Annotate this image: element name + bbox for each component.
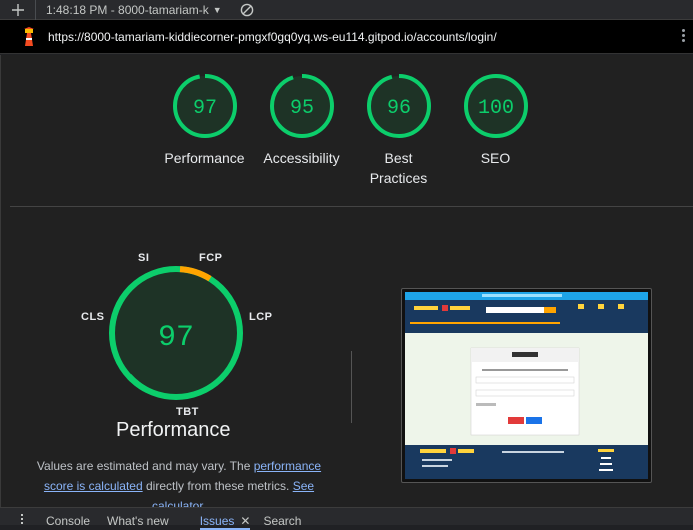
score-gauge-accessibility[interactable]: 95 Accessibility (253, 73, 350, 188)
tab-issues[interactable]: Issues ✕ (199, 514, 251, 530)
performance-note: Values are estimated and may vary. The p… (29, 456, 329, 507)
gauge-label: Accessibility (263, 150, 340, 166)
metric-label-lcp: LCP (249, 311, 273, 323)
tab-whats-new[interactable]: What's new (107, 514, 169, 528)
report-url-bar: https://8000-tamariam-kiddiecorner-pmgxf… (0, 20, 693, 54)
report-url[interactable]: https://8000-tamariam-kiddiecorner-pmgxf… (48, 30, 497, 44)
more-options-icon[interactable] (682, 29, 686, 45)
score-gauge-performance[interactable]: 97 Performance (156, 73, 253, 188)
metric-label-si: SI (138, 252, 150, 264)
final-screenshot-thumbnail[interactable] (401, 288, 652, 483)
tab-issues-label: Issues (199, 514, 235, 528)
metric-label-cls: CLS (81, 311, 105, 323)
vertical-divider (351, 351, 352, 423)
close-icon[interactable]: ✕ (240, 514, 250, 528)
gauge-label: Best Practices (369, 150, 428, 186)
performance-score: 97 (158, 321, 194, 355)
gauge-label: SEO (480, 150, 511, 166)
gauge-score: 95 (289, 97, 313, 120)
lighthouse-report: 97 Performance 95 Accessibility 96 Best … (0, 55, 693, 507)
gauge-ring: 95 (269, 74, 334, 138)
report-selector[interactable]: 1:48:18 PM - 8000-tamariam-k ▼ (46, 3, 222, 17)
performance-gauge: 97 (109, 266, 243, 400)
section-divider (10, 206, 693, 207)
note-text: directly from these metrics. (142, 479, 293, 493)
drawer-menu-icon[interactable] (21, 514, 33, 526)
tab-search[interactable]: Search (263, 514, 301, 528)
gauge-score: 96 (386, 97, 410, 120)
gauge-score: 100 (477, 97, 513, 120)
performance-title: Performance (116, 419, 231, 441)
score-gauge-seo[interactable]: 100 SEO (447, 73, 544, 188)
clear-all-icon[interactable] (240, 3, 254, 17)
gauge-score: 97 (192, 97, 216, 120)
metric-label-tbt: TBT (176, 406, 199, 418)
caret-down-icon: ▼ (212, 4, 222, 15)
page-screenshot-image (405, 292, 648, 479)
gauge-ring: 100 (463, 74, 528, 138)
new-report-button[interactable] (0, 0, 36, 20)
gauge-ring: 97 (172, 74, 237, 138)
lighthouse-toolbar: 1:48:18 PM - 8000-tamariam-k ▼ (0, 0, 693, 20)
score-gauge-best-practices[interactable]: 96 Best Practices (350, 73, 447, 188)
tab-console[interactable]: Console (46, 514, 90, 528)
note-text: Values are estimated and may vary. The (36, 459, 254, 473)
lighthouse-logo-icon (24, 26, 34, 46)
metric-label-fcp: FCP (199, 252, 223, 264)
gauge-ring: 96 (366, 74, 431, 138)
plus-icon (11, 3, 24, 16)
gauge-label: Performance (164, 150, 245, 166)
score-gauges: 97 Performance 95 Accessibility 96 Best … (156, 73, 544, 188)
report-selector-label: 1:48:18 PM - 8000-tamariam-k (46, 2, 209, 17)
drawer-tab-bar: Console What's new Issues ✕ Search (0, 507, 693, 530)
